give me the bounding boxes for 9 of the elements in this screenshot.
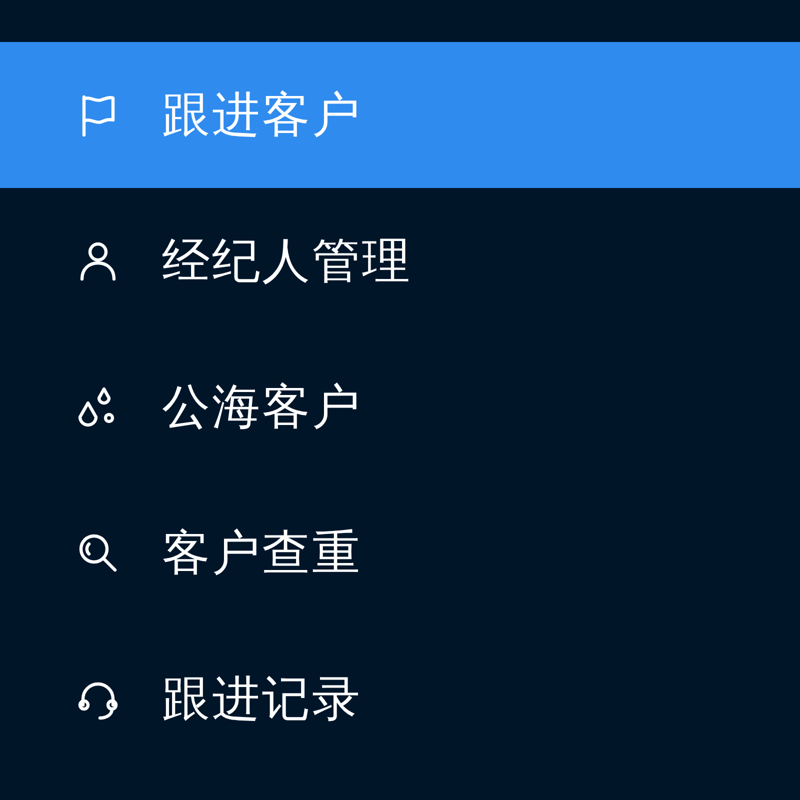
sidebar-item[interactable]: 经纪人管理 bbox=[0, 188, 800, 334]
menu-label: 跟进客户 bbox=[162, 86, 362, 145]
menu-label: 经纪人管理 bbox=[162, 232, 412, 291]
sidebar-item[interactable]: 客户查重 bbox=[0, 480, 800, 626]
menu-label: 公海客户 bbox=[162, 378, 362, 437]
sidebar-item[interactable]: 跟进记录 bbox=[0, 626, 800, 772]
sidebar-item[interactable]: 公海客户 bbox=[0, 334, 800, 480]
menu-label: 客户查重 bbox=[162, 524, 362, 583]
menu-label: 跟进记录 bbox=[162, 670, 362, 729]
